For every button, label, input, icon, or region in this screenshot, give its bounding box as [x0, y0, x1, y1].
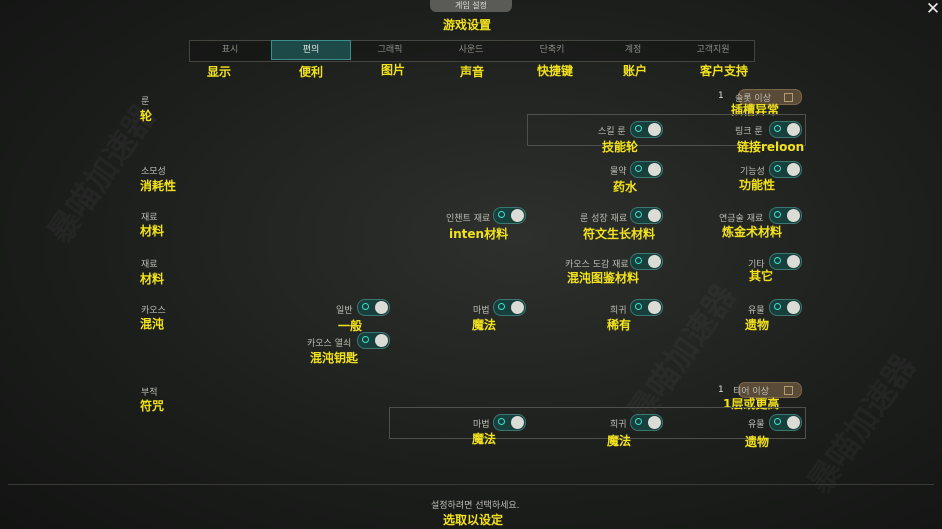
toggle-on-icon	[774, 165, 781, 172]
section-label-zh: 混沌	[140, 317, 165, 331]
toggle-label: 유물	[748, 306, 765, 316]
toggle-on-icon	[774, 211, 781, 218]
tab-label-zh: 图片	[381, 63, 406, 77]
tab-account[interactable]: 계정	[594, 40, 672, 60]
other-toggle[interactable]	[769, 253, 802, 270]
footer-divider	[8, 484, 934, 485]
rune-growth-toggle[interactable]	[630, 207, 663, 224]
toggle-label-zh: 遗物	[745, 318, 770, 332]
toggle-label: 스킬 룬	[598, 127, 626, 137]
toggle-label-zh: 技能轮	[602, 140, 639, 154]
chaos-rare-toggle[interactable]	[630, 299, 663, 316]
toggle-label-zh: 混沌钥匙	[310, 351, 359, 365]
page-title: 游戏设置	[443, 18, 492, 32]
toggle-label-zh: 一般	[338, 319, 363, 333]
toggle-label-zh: 魔法	[472, 432, 497, 446]
tier-value: 1	[718, 385, 724, 395]
toggle-on-icon	[635, 211, 642, 218]
tab-label-zh: 客户支持	[700, 64, 749, 78]
tab-label-zh: 快捷键	[537, 64, 574, 78]
toggle-label: 유물	[748, 420, 765, 430]
toggle-label: 희귀	[610, 420, 627, 430]
toggle-label-zh: 稀有	[607, 318, 632, 332]
toggle-label-zh: inten材料	[449, 227, 509, 241]
toggle-on-icon	[498, 418, 505, 425]
toggle-label: 일반	[336, 306, 353, 316]
tab-shortcut[interactable]: 단축키	[513, 40, 591, 60]
toggle-label-zh: 遗物	[745, 435, 770, 449]
tab-label-zh: 便利	[299, 65, 324, 79]
toggle-on-icon	[774, 418, 781, 425]
chaos-normal-toggle[interactable]	[357, 299, 390, 316]
toggle-label-zh: 符文生长材料	[583, 227, 656, 241]
charm-relic-toggle[interactable]	[769, 414, 802, 431]
potion-toggle[interactable]	[630, 161, 663, 178]
section-label: 재료	[141, 260, 158, 270]
toggle-on-icon	[362, 336, 369, 343]
toggle-label: 물약	[610, 167, 627, 177]
toggle-label-zh: 药水	[613, 180, 638, 194]
toggle-on-icon	[774, 125, 781, 132]
tab-label-zh: 显示	[207, 65, 232, 79]
toggle-on-icon	[498, 303, 505, 310]
alchemy-toggle[interactable]	[769, 207, 802, 224]
toggle-on-icon	[635, 165, 642, 172]
toggle-label-zh: 混沌图鉴材料	[567, 271, 640, 285]
footer-hint: 설정하려면 선택하세요.	[431, 501, 520, 511]
footer-hint-zh: 选取以设定	[443, 513, 504, 527]
toggle-on-icon	[774, 257, 781, 264]
toggle-label: 링크 룬	[735, 127, 763, 137]
toggle-label-zh: 炼金术材料	[722, 225, 783, 239]
tab-support[interactable]: 고객지원	[674, 40, 752, 60]
section-label-zh: 符咒	[140, 399, 165, 413]
pin-icon	[784, 386, 793, 395]
tab-display[interactable]: 표시	[191, 40, 269, 60]
tab-convenience[interactable]: 편의	[271, 40, 351, 60]
link-rune-toggle[interactable]	[769, 121, 802, 138]
section-label: 소모성	[141, 167, 166, 177]
tab-label-zh: 账户	[623, 64, 648, 78]
chaos-key-toggle[interactable]	[357, 332, 390, 349]
section-label: 룬	[141, 97, 150, 107]
charm-magic-toggle[interactable]	[493, 414, 526, 431]
toggle-label: 인챈트 재료	[446, 214, 491, 224]
toggle-label-zh: 魔法	[472, 318, 497, 332]
tab-sound[interactable]: 사운드	[432, 40, 510, 60]
toggle-label-zh: 其它	[749, 269, 774, 283]
toggle-on-icon	[635, 257, 642, 264]
chaos-relic-toggle[interactable]	[769, 299, 802, 316]
toggle-on-icon	[635, 125, 642, 132]
close-icon[interactable]: ✕	[924, 0, 942, 18]
header-badge: 게임 설정	[430, 0, 512, 12]
toggle-on-icon	[498, 211, 505, 218]
toggle-on-icon	[635, 303, 642, 310]
tab-label-zh: 声音	[460, 65, 485, 79]
toggle-label: 마법	[473, 306, 490, 316]
pin-icon	[784, 93, 793, 102]
section-label-zh: 轮	[140, 109, 153, 123]
watermark: 暴喵加速器	[795, 344, 924, 501]
toggle-label-zh: 功能性	[739, 178, 776, 192]
slot-value: 1	[718, 91, 724, 101]
chaos-magic-toggle[interactable]	[493, 299, 526, 316]
section-label-zh: 材料	[140, 224, 165, 238]
toggle-on-icon	[635, 418, 642, 425]
tab-graphics[interactable]: 그래픽	[351, 40, 429, 60]
toggle-label: 마법	[473, 420, 490, 430]
toggle-label-zh: 魔法	[607, 434, 632, 448]
charm-group-box	[389, 407, 806, 439]
toggle-label: 룬 성장 재료	[580, 214, 628, 224]
enchant-toggle[interactable]	[493, 207, 526, 224]
toggle-label: 카오스 열쇠	[307, 339, 352, 349]
section-label-zh: 消耗性	[140, 179, 177, 193]
toggle-label-zh: 链接reloon	[737, 140, 805, 154]
skill-rune-toggle[interactable]	[630, 121, 663, 138]
section-label-zh: 材料	[140, 272, 165, 286]
charm-rare-toggle[interactable]	[630, 414, 663, 431]
toggle-label: 희귀	[610, 306, 627, 316]
toggle-on-icon	[362, 303, 369, 310]
toggle-on-icon	[774, 303, 781, 310]
chaos-codex-toggle[interactable]	[630, 253, 663, 270]
